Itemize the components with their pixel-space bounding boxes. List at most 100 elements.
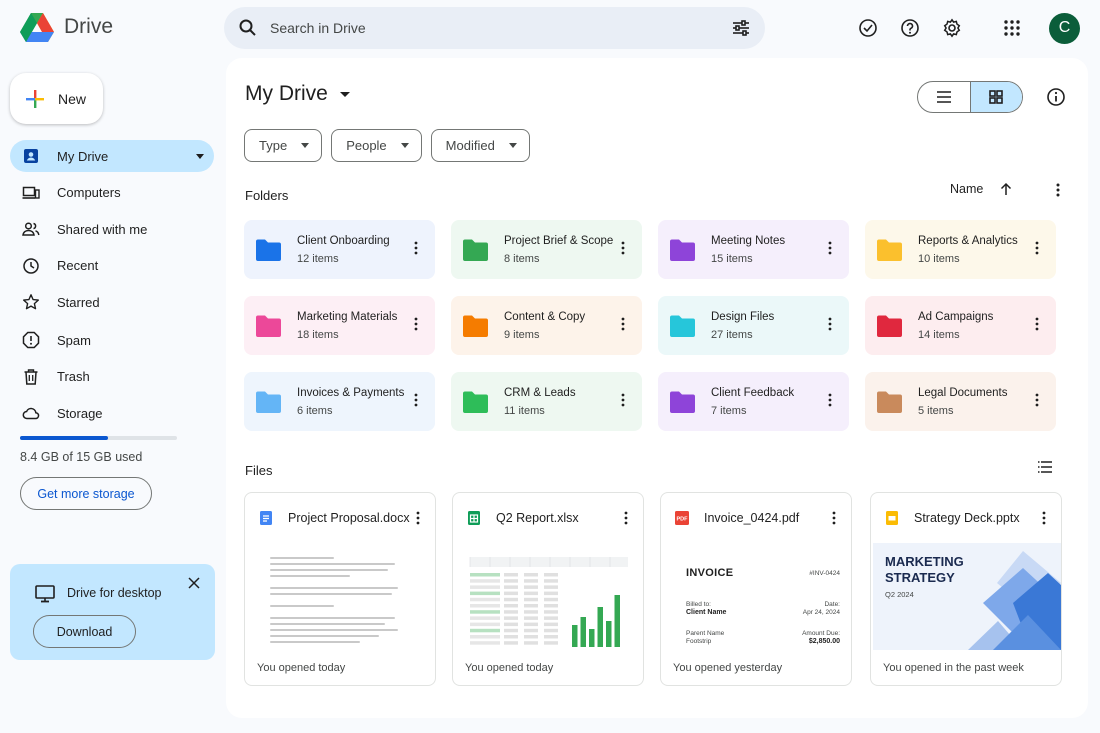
folder-card[interactable]: Content & Copy 9 items [451,296,642,355]
sidebar-item-trash[interactable]: Trash [10,361,214,393]
more-vert-icon[interactable] [1050,182,1066,198]
get-more-storage-button[interactable]: Get more storage [20,477,152,510]
download-button[interactable]: Download [33,615,136,648]
more-vert-icon[interactable] [616,392,630,408]
close-icon[interactable] [187,576,201,590]
folder-card[interactable]: Ad Campaigns 14 items [865,296,1056,355]
file-name: Invoice_0424.pdf [704,511,800,525]
sheet-chart-bar [614,595,620,647]
sheet-chart-bar [597,607,603,647]
sheet-cell [504,622,518,627]
more-vert-icon[interactable] [409,240,423,256]
file-activity: You opened in the past week [883,662,1024,674]
sheet-cell [524,635,538,639]
sheet-cell [544,622,558,627]
file-name: Q2 Report.xlsx [496,511,579,525]
search-input[interactable] [270,20,731,36]
filter-people[interactable]: People [331,129,422,162]
folder-card[interactable]: Design Files 27 items [658,296,849,355]
folder-card[interactable]: Meeting Notes 15 items [658,220,849,279]
filter-type[interactable]: Type [244,129,323,162]
sidebar-item-starred[interactable]: Starred [10,286,214,318]
trash-icon [24,368,38,385]
settings-button[interactable] [931,12,973,44]
chevron-down-icon[interactable] [196,153,204,159]
text-line [270,587,398,589]
sheet-cell [524,597,538,602]
computers-icon [22,186,40,199]
folder-card[interactable]: Legal Documents 5 items [865,372,1056,431]
file-card[interactable]: Strategy Deck.pptx MARKETING STRATEGY Q2… [870,492,1062,686]
more-vert-icon[interactable] [1037,510,1051,526]
more-vert-icon[interactable] [823,392,837,408]
slides-preview: MARKETING STRATEGY Q2 2024 [871,543,1061,650]
folder-icon [670,315,695,337]
account-avatar[interactable]: C [1049,12,1080,44]
list-details-icon[interactable] [1037,459,1053,475]
more-vert-icon[interactable] [1030,316,1044,332]
drive-logo-icon [20,13,54,42]
list-view-button[interactable] [918,82,970,112]
folder-name: Marketing Materials [297,310,398,323]
filter-modified[interactable]: Modified [430,129,530,162]
sidebar-item-shared[interactable]: Shared with me [10,213,214,245]
sidebar-item-storage[interactable]: Storage [10,397,214,429]
more-vert-icon[interactable] [409,392,423,408]
support-button[interactable] [889,12,931,44]
invoice-title: INVOICE [686,567,734,579]
sort-control[interactable]: Name [950,182,1013,196]
sheet-cell [544,604,558,608]
help-icon [901,19,919,37]
sidebar-item-label: Recent [57,258,99,273]
sheet-cell [504,641,518,645]
more-vert-icon[interactable] [1030,392,1044,408]
more-vert-icon[interactable] [827,510,841,526]
search-icon[interactable] [238,18,258,38]
folder-card[interactable]: Client Feedback 7 items [658,372,849,431]
sidebar-item-recent[interactable]: Recent [10,250,214,282]
more-vert-icon[interactable] [409,316,423,332]
more-vert-icon[interactable] [823,316,837,332]
sidebar-item-computers[interactable]: Computers [10,177,214,209]
sidebar-item-spam[interactable]: Spam [10,324,214,356]
more-vert-icon[interactable] [411,510,425,526]
new-button[interactable]: New [10,73,103,124]
sheet-cell [504,628,518,633]
folder-card[interactable]: CRM & Leads 11 items [451,372,642,431]
filter-chips: Type People Modified [244,129,530,162]
more-vert-icon[interactable] [619,510,633,526]
check-circle-icon [859,19,877,37]
more-vert-icon[interactable] [1030,240,1044,256]
folder-card[interactable]: Reports & Analytics 10 items [865,220,1056,279]
more-vert-icon[interactable] [823,240,837,256]
more-vert-icon[interactable] [616,316,630,332]
more-vert-icon[interactable] [616,240,630,256]
sidebar-item-label: My Drive [57,148,109,164]
filter-label: Modified [445,138,495,153]
file-card[interactable]: Q2 Report.xlsx You opened today [452,492,644,686]
search-bar[interactable] [224,7,765,49]
sheet-cell [470,628,500,633]
sheet-cell [524,604,538,608]
folder-card[interactable]: Project Brief & Scope 8 items [451,220,642,279]
folder-name: Reports & Analytics [918,234,1018,247]
folder-icon [463,239,488,261]
apps-button[interactable] [991,12,1033,44]
invoice-billed-to: Billed to: [686,601,711,608]
file-card[interactable]: PDF Invoice_0424.pdf INVOICE #INV-0424 B… [660,492,852,686]
drive-logo[interactable]: Drive [20,12,113,42]
grid-view-button[interactable] [969,82,1022,112]
grid-icon [989,90,1004,104]
file-card[interactable]: Project Proposal.docx You opened today [244,492,436,686]
filter-label: People [346,138,387,153]
folder-card[interactable]: Marketing Materials 18 items [244,296,435,355]
search-options-icon[interactable] [731,18,751,38]
ready-offline-button[interactable] [847,12,889,44]
page-title-button[interactable]: My Drive [245,82,350,106]
invoice-number: #INV-0424 [809,570,840,577]
sheet-cell [504,573,518,577]
folder-card[interactable]: Invoices & Payments 6 items [244,372,435,431]
folder-card[interactable]: Client Onboarding 12 items [244,220,435,279]
sidebar-item-my-drive[interactable]: My Drive [10,140,214,172]
info-icon[interactable] [1046,87,1066,107]
